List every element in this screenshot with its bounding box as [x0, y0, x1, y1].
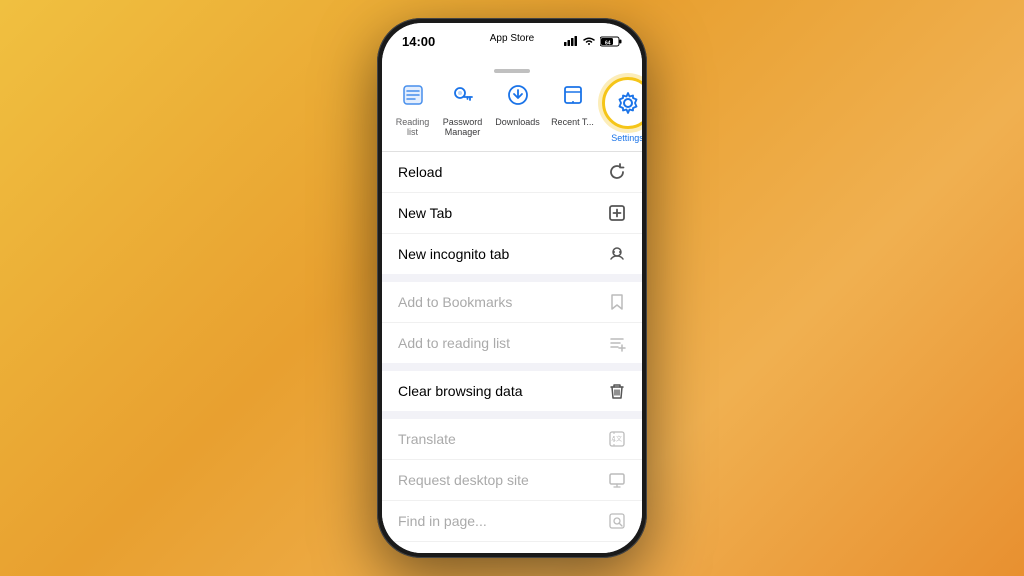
new-incognito-tab-label: New incognito tab — [398, 246, 509, 262]
menu-section-4: Translate A 文 Request desktop site — [382, 419, 642, 553]
menu-section-2: Add to Bookmarks Add to reading list — [382, 282, 642, 363]
toolbar-icon-password-manager — [445, 77, 481, 113]
phone-frame: 14:00 App Store 64 — [377, 18, 647, 558]
signal-icon — [564, 36, 578, 46]
find-in-page-label: Find in page... — [398, 513, 487, 529]
menu-item-translate: Translate A 文 — [382, 419, 642, 460]
toolbar-label-password-manager: Password Manager — [441, 117, 484, 137]
toolbar-icon-recent-tabs — [555, 77, 591, 113]
menu-item-zoom-text: Zoom text... — [382, 542, 642, 553]
menu-section-3: Clear browsing data — [382, 371, 642, 411]
reload-label: Reload — [398, 164, 442, 180]
menu-item-new-incognito-tab[interactable]: New incognito tab — [382, 234, 642, 274]
svg-text:文: 文 — [616, 435, 622, 443]
toolbar-scroll: Reading list Password Manager — [382, 73, 642, 147]
clear-browsing-data-label: Clear browsing data — [398, 383, 523, 399]
desktop-icon — [608, 471, 626, 489]
toolbar-label-settings: Settings — [611, 133, 642, 143]
incognito-icon — [608, 245, 626, 263]
phone-screen: 14:00 App Store 64 — [382, 23, 642, 553]
tablet-icon — [562, 84, 584, 106]
app-store-label: App Store — [490, 33, 534, 44]
status-icons: 64 — [564, 36, 622, 47]
wifi-icon — [582, 36, 596, 46]
reading-list-add-icon — [608, 334, 626, 352]
reload-icon — [608, 163, 626, 181]
status-bar: 14:00 App Store 64 — [382, 23, 642, 55]
key-icon — [452, 84, 474, 106]
toolbar-item-reading-list[interactable]: Reading list — [390, 73, 435, 141]
menu-item-request-desktop: Request desktop site — [382, 460, 642, 501]
request-desktop-label: Request desktop site — [398, 472, 529, 488]
toolbar-icon-reading-list — [395, 77, 431, 113]
toolbar-item-downloads[interactable]: Downloads — [490, 73, 545, 131]
toolbar-label-reading-list: Reading list — [396, 117, 430, 137]
translate-icon: A 文 — [608, 430, 626, 448]
new-tab-label: New Tab — [398, 205, 452, 221]
add-bookmarks-label: Add to Bookmarks — [398, 294, 512, 310]
toolbar-item-recent-tabs[interactable]: Recent T... — [545, 73, 600, 131]
find-icon — [608, 512, 626, 530]
toolbar-area: Reading list Password Manager — [382, 55, 642, 152]
settings-circle — [602, 77, 643, 129]
menu-item-new-tab[interactable]: New Tab — [382, 193, 642, 234]
toolbar-item-password-manager[interactable]: Password Manager — [435, 73, 490, 141]
svg-text:64: 64 — [605, 40, 611, 46]
download-icon — [507, 84, 529, 106]
menu-list: Reload New Tab New incognito tab — [382, 152, 642, 553]
menu-item-add-reading-list: Add to reading list — [382, 323, 642, 363]
trash-icon — [608, 382, 626, 400]
divider-2 — [382, 363, 642, 371]
status-time: 14:00 — [402, 34, 435, 49]
battery-icon: 64 — [600, 36, 622, 47]
divider-3 — [382, 411, 642, 419]
svg-text:A: A — [612, 437, 616, 443]
gear-icon — [615, 90, 641, 116]
toolbar-label-recent-tabs: Recent T... — [551, 117, 594, 127]
bookmark-icon — [608, 293, 626, 311]
menu-item-add-bookmarks: Add to Bookmarks — [382, 282, 642, 323]
translate-label: Translate — [398, 431, 456, 447]
reading-list-icon — [402, 84, 424, 106]
menu-item-reload[interactable]: Reload — [382, 152, 642, 193]
divider-1 — [382, 274, 642, 282]
new-tab-icon — [608, 204, 626, 222]
menu-item-find-in-page: Find in page... — [382, 501, 642, 542]
menu-item-clear-browsing-data[interactable]: Clear browsing data — [382, 371, 642, 411]
toolbar-label-downloads: Downloads — [495, 117, 540, 127]
add-reading-list-label: Add to reading list — [398, 335, 510, 351]
toolbar-icon-downloads — [500, 77, 536, 113]
toolbar-item-settings[interactable]: Settings — [600, 73, 642, 147]
menu-section-1: Reload New Tab New incognito tab — [382, 152, 642, 274]
